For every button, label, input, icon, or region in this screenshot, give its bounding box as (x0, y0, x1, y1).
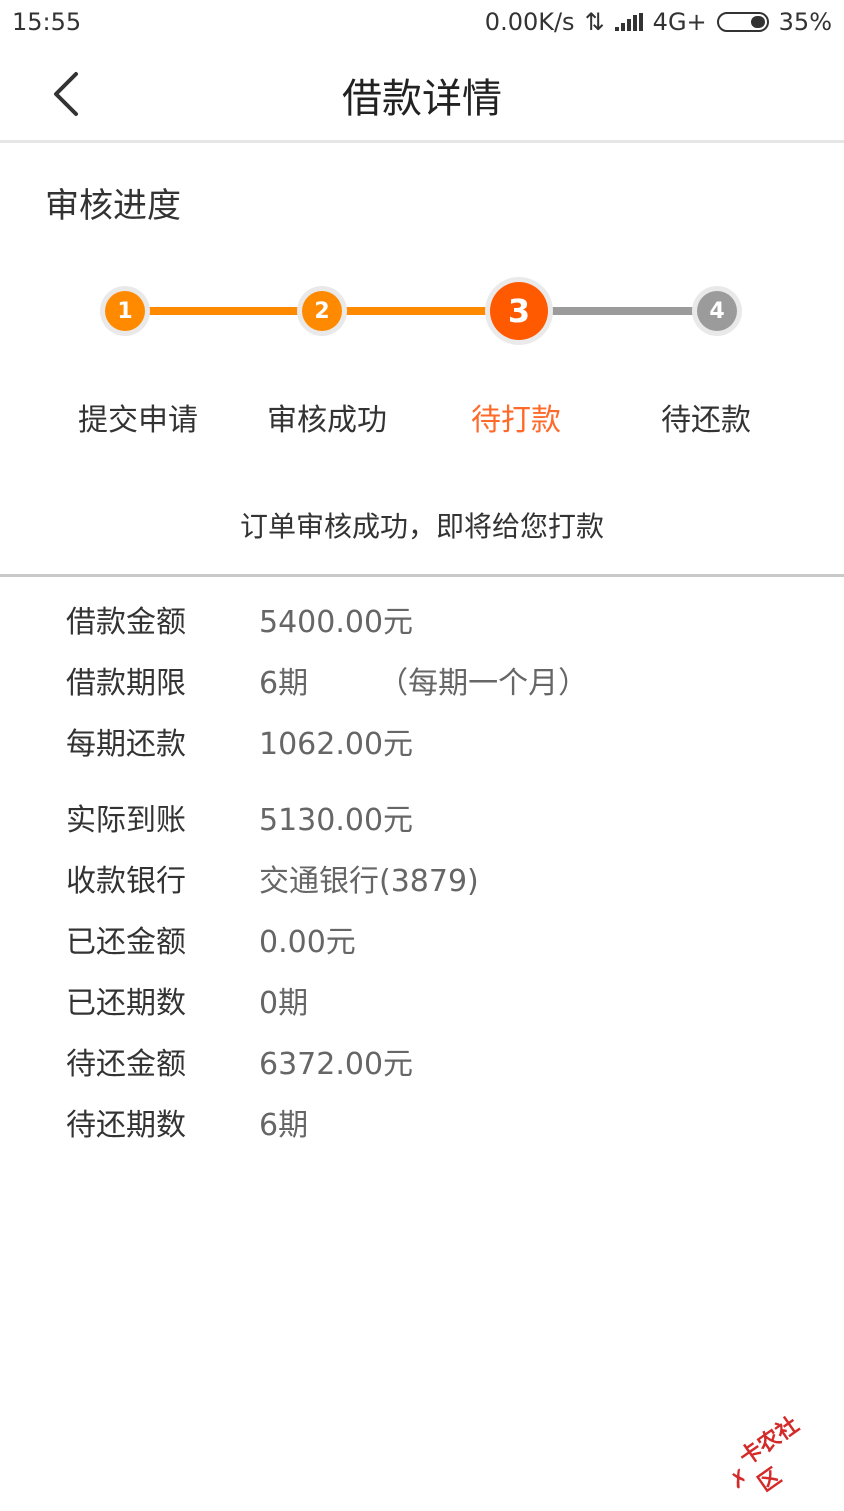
detail-label: 待还金额 (66, 1039, 259, 1083)
status-notice: 订单审核成功，即将给您打款 (0, 505, 844, 545)
detail-row-pending-periods: 待还期数 6期 (66, 1100, 308, 1144)
status-right: 0.00K/s ⇅ 4G+ 35% (485, 8, 832, 36)
detail-row-bank: 收款银行 交通银行(3879) (66, 856, 479, 900)
detail-value: 5130.00元 (259, 795, 413, 839)
detail-value: 1062.00元 (259, 719, 413, 763)
app-header: 借款详情 (0, 48, 844, 143)
progress-line-2 (342, 307, 494, 315)
step-1-marker: 1 (105, 291, 145, 331)
detail-label: 已还期数 (66, 978, 259, 1022)
progress-line-3 (546, 307, 698, 315)
detail-row-installment: 每期还款 1062.00元 (66, 719, 413, 763)
detail-row-repaid-amount: 已还金额 0.00元 (66, 917, 356, 961)
network-type: 4G+ (653, 8, 707, 36)
battery-percent: 35% (779, 8, 832, 36)
detail-value: 6期 (259, 658, 308, 702)
detail-label: 待还期数 (66, 1100, 259, 1144)
detail-label: 借款金额 (66, 597, 259, 641)
watermark-logo: ✗ 卡农社区 (718, 1401, 837, 1505)
progress-line-1 (146, 307, 304, 315)
section-title: 审核进度 (45, 178, 181, 227)
step-2-label: 审核成功 (232, 395, 422, 439)
divider (0, 574, 844, 577)
battery-icon (717, 12, 769, 32)
step-3-label: 待打款 (421, 395, 611, 439)
page-title: 借款详情 (0, 66, 844, 124)
detail-value: 5400.00元 (259, 597, 413, 641)
detail-row-loan-term: 借款期限 6期 （每期一个月） (66, 658, 588, 702)
detail-row-loan-amount: 借款金额 5400.00元 (66, 597, 413, 641)
data-transfer-icon: ⇅ (585, 8, 605, 36)
progress-steps: 1 2 3 4 (0, 270, 844, 360)
step-4-marker: 4 (697, 291, 737, 331)
detail-value: 0期 (259, 978, 308, 1022)
step-2-marker: 2 (302, 291, 342, 331)
detail-row-received: 实际到账 5130.00元 (66, 795, 413, 839)
detail-label: 每期还款 (66, 719, 259, 763)
detail-label: 收款银行 (66, 856, 259, 900)
status-time: 15:55 (12, 8, 81, 36)
detail-label: 实际到账 (66, 795, 259, 839)
network-speed: 0.00K/s (485, 8, 575, 36)
signal-strength-icon (615, 13, 643, 31)
detail-label: 已还金额 (66, 917, 259, 961)
detail-value: 交通银行(3879) (259, 856, 479, 900)
detail-note: （每期一个月） (378, 658, 588, 702)
detail-value: 0.00元 (259, 917, 356, 961)
step-3-marker: 3 (490, 282, 548, 340)
detail-value: 6372.00元 (259, 1039, 413, 1083)
detail-value: 6期 (259, 1100, 308, 1144)
status-bar: 15:55 0.00K/s ⇅ 4G+ 35% (0, 0, 844, 48)
step-1-label: 提交申请 (43, 395, 233, 439)
detail-label: 借款期限 (66, 658, 259, 702)
detail-row-repaid-periods: 已还期数 0期 (66, 978, 308, 1022)
step-4-label: 待还款 (611, 395, 801, 439)
detail-row-pending-amount: 待还金额 6372.00元 (66, 1039, 413, 1083)
